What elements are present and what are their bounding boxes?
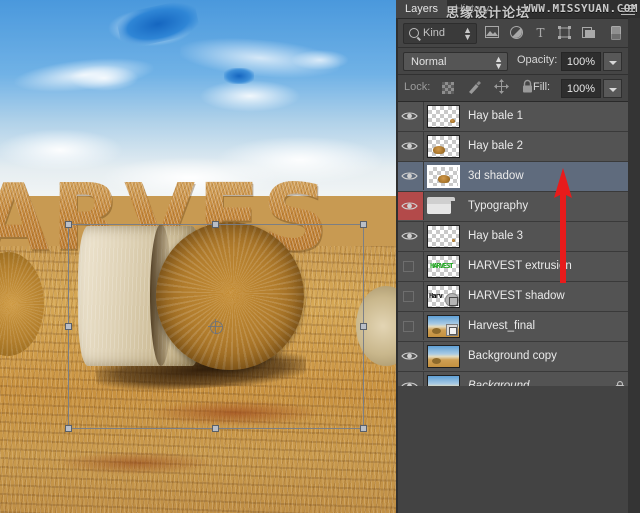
lock-transparent-pixels-icon[interactable]	[440, 79, 458, 97]
layer-visibility-toggle[interactable]	[396, 252, 424, 280]
layer-thumbnail[interactable]	[427, 135, 460, 158]
3d-layer-badge-icon	[445, 293, 459, 307]
fill-input[interactable]: 100%	[561, 79, 601, 98]
eye-icon	[401, 111, 418, 121]
blend-stepper-icon[interactable]: ▲ ▼	[494, 55, 503, 71]
handle-bottom-left[interactable]	[65, 425, 72, 432]
search-icon	[409, 28, 419, 38]
handle-top-left[interactable]	[65, 221, 72, 228]
filter-kind-select[interactable]: Kind ▲ ▼	[403, 23, 477, 44]
layer-visibility-toggle[interactable]	[396, 102, 424, 130]
filter-kind-label: Kind	[423, 27, 446, 39]
handle-top-center[interactable]	[212, 221, 219, 228]
layer-thumbnail[interactable]	[427, 345, 460, 368]
layer-row[interactable]: Hay bale 2	[396, 132, 640, 162]
svg-text:T: T	[536, 26, 544, 39]
layer-thumbnail[interactable]	[427, 165, 460, 188]
blend-mode-select[interactable]: Normal ▲ ▼	[403, 52, 508, 71]
layer-row[interactable]: Typography	[396, 192, 640, 222]
layer-visibility-toggle[interactable]	[396, 312, 424, 340]
layer-row[interactable]: Hay bale 3	[396, 222, 640, 252]
filter-pixel-icon[interactable]	[482, 23, 502, 43]
filter-type-icons: T	[482, 23, 632, 43]
handle-bottom-center[interactable]	[212, 425, 219, 432]
smart-object-badge-icon	[446, 324, 458, 336]
layer-name: HARVEST shadow	[468, 290, 565, 302]
layer-name: Background copy	[468, 350, 557, 362]
filter-shape-icon[interactable]	[554, 23, 574, 43]
layer-row[interactable]: Harv HARVEST shadow	[396, 282, 640, 312]
lock-row: Lock: Fill: 100%	[396, 75, 640, 102]
fill-label: Fill:	[533, 81, 551, 93]
layers-list-empty-area	[396, 386, 628, 513]
filter-toggle-icon[interactable]	[606, 23, 626, 43]
layer-thumbnail[interactable]	[427, 225, 460, 248]
lock-position-icon[interactable]	[492, 79, 510, 97]
layer-thumbnail[interactable]	[427, 105, 460, 128]
filter-adjustment-icon[interactable]	[506, 23, 526, 43]
image-canvas[interactable]: ARVES	[0, 0, 396, 513]
layer-name: Harvest_final	[468, 320, 536, 332]
handle-middle-left[interactable]	[65, 322, 72, 330]
eye-icon	[401, 351, 418, 361]
eye-icon	[401, 171, 418, 181]
filter-smartobject-icon[interactable]	[578, 23, 598, 43]
panel-left-edge	[396, 18, 398, 513]
fill-dropdown-button[interactable]	[603, 79, 622, 98]
layer-filter-bar: Kind ▲ ▼ T	[396, 19, 640, 48]
layer-name: Hay bale 2	[468, 140, 523, 152]
opacity-dropdown-button[interactable]	[603, 52, 622, 71]
handle-middle-right[interactable]	[360, 322, 367, 330]
layer-visibility-toggle[interactable]	[396, 132, 424, 160]
opacity-label: Opacity:	[517, 54, 558, 66]
eye-icon	[401, 141, 418, 151]
eye-icon	[401, 201, 418, 211]
group-folder-icon	[427, 197, 455, 215]
transform-bounding-box[interactable]	[65, 221, 367, 432]
blue-sky-patch-small	[224, 68, 254, 84]
layer-thumbnail[interactable]	[427, 315, 460, 338]
layers-panel: Layers History Kind ▲ ▼ T Normal ▲ ▼ Opa…	[396, 0, 640, 513]
handle-bottom-right[interactable]	[360, 425, 367, 432]
panel-right-edge	[628, 18, 640, 513]
watermark-chinese: 思缘设计论坛	[446, 6, 531, 21]
lock-label: Lock:	[404, 81, 431, 93]
filter-type-icon[interactable]: T	[530, 23, 550, 43]
layer-row[interactable]: Harvest_final	[396, 312, 640, 342]
eye-off-icon	[403, 321, 414, 332]
handle-top-right[interactable]	[360, 221, 367, 228]
layer-visibility-toggle[interactable]	[396, 282, 424, 310]
dirt-patch-lower	[60, 452, 210, 474]
eye-icon	[401, 231, 418, 241]
layer-name: HARVEST extrusion	[468, 260, 572, 272]
layer-row[interactable]: HARVEST HARVEST extrusion	[396, 252, 640, 282]
lock-image-pixels-icon[interactable]	[466, 79, 484, 97]
layer-row[interactable]: Hay bale 1	[396, 102, 640, 132]
tab-layers[interactable]: Layers	[396, 0, 448, 18]
layers-list[interactable]: Hay bale 1 Hay bale 2 3d shadow Typography H…	[396, 102, 640, 402]
layer-name: Typography	[468, 200, 529, 212]
photoshop-window: ARVES Layers History Kind ▲ ▼ T Normal ▲…	[0, 0, 640, 513]
layer-name: Hay bale 3	[468, 230, 523, 242]
opacity-input[interactable]: 100%	[561, 52, 601, 71]
updown-stepper-icon[interactable]: ▲ ▼	[463, 26, 472, 42]
blend-mode-row: Normal ▲ ▼ Opacity: 100%	[396, 48, 640, 75]
eye-off-icon	[403, 291, 414, 302]
eye-off-icon	[403, 261, 414, 272]
layer-row[interactable]: Background copy	[396, 342, 640, 372]
layer-row[interactable]: 3d shadow	[396, 162, 640, 192]
layer-name: Hay bale 1	[468, 110, 523, 122]
layer-visibility-toggle[interactable]	[396, 162, 424, 190]
watermark-url: WWW.MISSYUAN.COM	[524, 2, 638, 15]
layer-thumbnail[interactable]: HARVEST	[427, 255, 460, 278]
layer-visibility-toggle[interactable]	[396, 192, 424, 220]
layer-name: 3d shadow	[468, 170, 524, 182]
transform-reference-point[interactable]	[208, 318, 223, 334]
layer-visibility-toggle[interactable]	[396, 222, 424, 250]
layer-thumbnail[interactable]: Harv	[427, 285, 460, 308]
layer-visibility-toggle[interactable]	[396, 342, 424, 370]
